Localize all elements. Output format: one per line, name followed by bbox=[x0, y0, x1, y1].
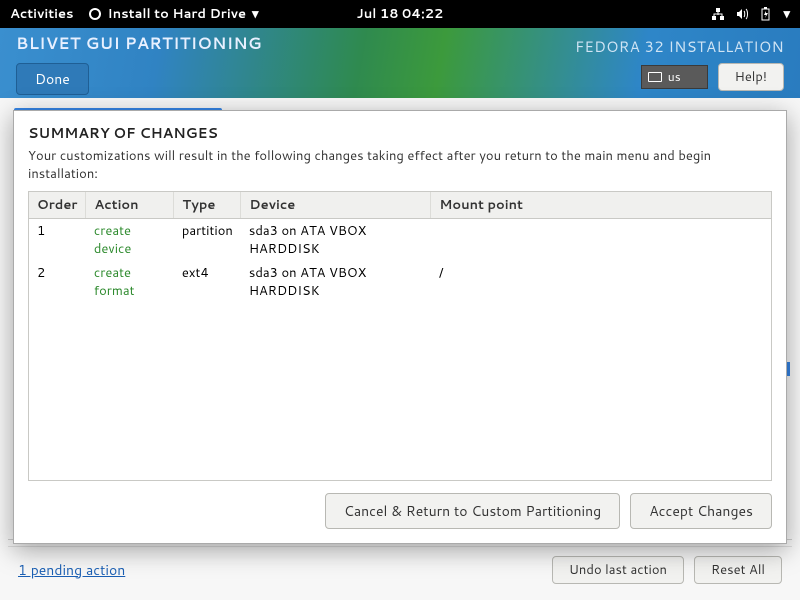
cell-device: sda3 on ATA VBOX HARDDISK bbox=[241, 261, 431, 303]
table-row[interactable]: 1 create device partition sda3 on ATA VB… bbox=[29, 219, 771, 262]
cell-type: ext4 bbox=[174, 261, 241, 303]
cell-mount: / bbox=[431, 261, 771, 303]
summary-of-changes-dialog: SUMMARY OF CHANGES Your customizations w… bbox=[13, 110, 787, 544]
cell-order: 2 bbox=[29, 261, 86, 303]
cell-type: partition bbox=[174, 219, 241, 262]
cell-action: create device bbox=[86, 219, 174, 262]
table-row[interactable]: 2 create format ext4 sda3 on ATA VBOX HA… bbox=[29, 261, 771, 303]
changes-table: Order Action Type Device Mount point 1 c… bbox=[29, 192, 771, 303]
dialog-title: SUMMARY OF CHANGES bbox=[28, 123, 772, 143]
col-action[interactable]: Action bbox=[86, 192, 174, 219]
accept-changes-button[interactable]: Accept Changes bbox=[630, 493, 772, 529]
dialog-subtitle: Your customizations will result in the f… bbox=[28, 147, 772, 183]
cell-mount bbox=[431, 219, 771, 262]
cancel-button[interactable]: Cancel & Return to Custom Partitioning bbox=[325, 493, 620, 529]
col-device[interactable]: Device bbox=[241, 192, 431, 219]
changes-table-wrap: Order Action Type Device Mount point 1 c… bbox=[28, 191, 772, 481]
cell-action: create format bbox=[86, 261, 174, 303]
cell-device: sda3 on ATA VBOX HARDDISK bbox=[241, 219, 431, 262]
col-mount[interactable]: Mount point bbox=[431, 192, 771, 219]
cell-order: 1 bbox=[29, 219, 86, 262]
col-type[interactable]: Type bbox=[174, 192, 241, 219]
col-order[interactable]: Order bbox=[29, 192, 86, 219]
